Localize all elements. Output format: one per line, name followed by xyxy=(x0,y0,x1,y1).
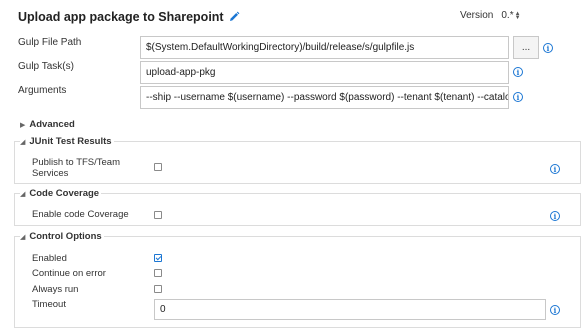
publish-tfs-label-line2: Services xyxy=(32,168,69,179)
publish-tfs-checkbox[interactable] xyxy=(154,163,162,171)
junit-section-toggle[interactable]: ◢ JUnit Test Results xyxy=(20,136,112,147)
timeout-label: Timeout xyxy=(32,299,66,310)
gulp-tasks-label: Gulp Task(s) xyxy=(18,61,74,72)
caret-down-icon: ◢ xyxy=(20,233,26,241)
version-value: 0.* xyxy=(501,10,514,21)
always-run-checkbox[interactable] xyxy=(154,285,162,293)
always-run-label: Always run xyxy=(32,284,79,295)
info-icon[interactable]: i xyxy=(513,67,523,77)
task-title: Upload app package to Sharepoint xyxy=(18,10,240,24)
publish-tfs-label-line1: Publish to TFS/Team xyxy=(32,157,121,168)
timeout-input[interactable]: 0 xyxy=(154,299,546,320)
pencil-icon[interactable] xyxy=(228,11,240,23)
advanced-section-label: Advanced xyxy=(29,119,75,130)
enable-coverage-label: Enable code Coverage xyxy=(32,209,129,220)
advanced-section-toggle[interactable]: ▶ Advanced xyxy=(20,119,75,130)
version-control: Version 0.* ▲ ▼ xyxy=(460,9,523,22)
enabled-label: Enabled xyxy=(32,253,67,264)
updown-arrows-icon: ▲ ▼ xyxy=(514,10,521,21)
gulp-file-path-label: Gulp File Path xyxy=(18,37,82,48)
enabled-checkbox[interactable] xyxy=(154,254,162,262)
info-icon[interactable]: i xyxy=(543,43,553,53)
task-title-text: Upload app package to Sharepoint xyxy=(18,10,224,24)
enable-coverage-checkbox[interactable] xyxy=(154,211,162,219)
coverage-section-toggle[interactable]: ◢ Code Coverage xyxy=(20,188,99,199)
caret-down-icon: ◢ xyxy=(20,190,26,198)
arguments-label: Arguments xyxy=(18,85,67,96)
continue-on-error-checkbox[interactable] xyxy=(154,269,162,277)
publish-tfs-label: Publish to TFS/Team Services xyxy=(32,157,120,179)
info-icon[interactable]: i xyxy=(513,92,523,102)
caret-right-icon: ▶ xyxy=(20,121,26,129)
gulp-tasks-input[interactable]: upload-app-pkg xyxy=(140,61,509,84)
info-icon[interactable]: i xyxy=(550,164,560,174)
info-icon[interactable]: i xyxy=(550,211,560,221)
arguments-input[interactable]: --ship --username $(username) --password… xyxy=(140,86,509,109)
junit-section-label: JUnit Test Results xyxy=(29,136,112,147)
caret-down-icon: ◢ xyxy=(20,138,26,146)
browse-button[interactable]: ... xyxy=(513,36,539,59)
gulp-file-path-input[interactable]: $(System.DefaultWorkingDirectory)/build/… xyxy=(140,36,509,59)
version-select[interactable]: 0.* ▲ ▼ xyxy=(499,9,522,22)
version-label: Version xyxy=(460,10,494,21)
control-section-toggle[interactable]: ◢ Control Options xyxy=(20,231,102,242)
coverage-section-label: Code Coverage xyxy=(29,188,100,199)
control-section-label: Control Options xyxy=(29,231,102,242)
info-icon[interactable]: i xyxy=(550,305,560,315)
continue-on-error-label: Continue on error xyxy=(32,268,106,279)
